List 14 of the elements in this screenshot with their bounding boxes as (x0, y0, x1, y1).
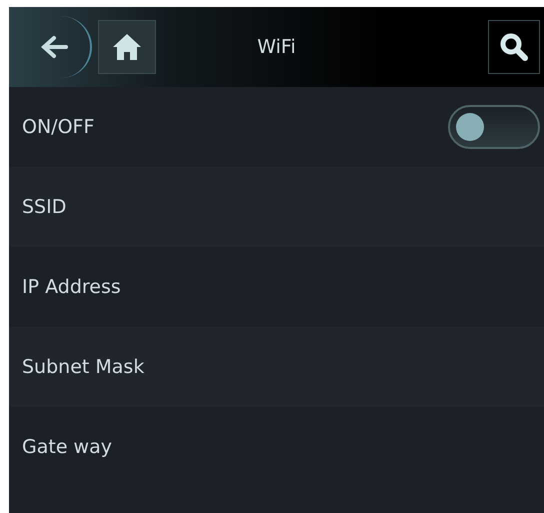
setting-label: Gate way (22, 436, 112, 458)
search-button[interactable] (488, 20, 540, 74)
page-title: WiFi (257, 36, 296, 58)
setting-label: Subnet Mask (22, 356, 144, 378)
home-button[interactable] (98, 20, 156, 74)
search-icon (499, 32, 529, 62)
toggle-switch[interactable] (448, 105, 540, 149)
settings-row[interactable]: SSID (9, 167, 544, 247)
back-arrow-icon (40, 35, 68, 59)
settings-row[interactable]: Subnet Mask (9, 327, 544, 407)
home-icon (112, 33, 142, 61)
setting-label: IP Address (22, 276, 121, 298)
setting-label: SSID (22, 196, 66, 218)
setting-label: ON/OFF (22, 116, 94, 138)
